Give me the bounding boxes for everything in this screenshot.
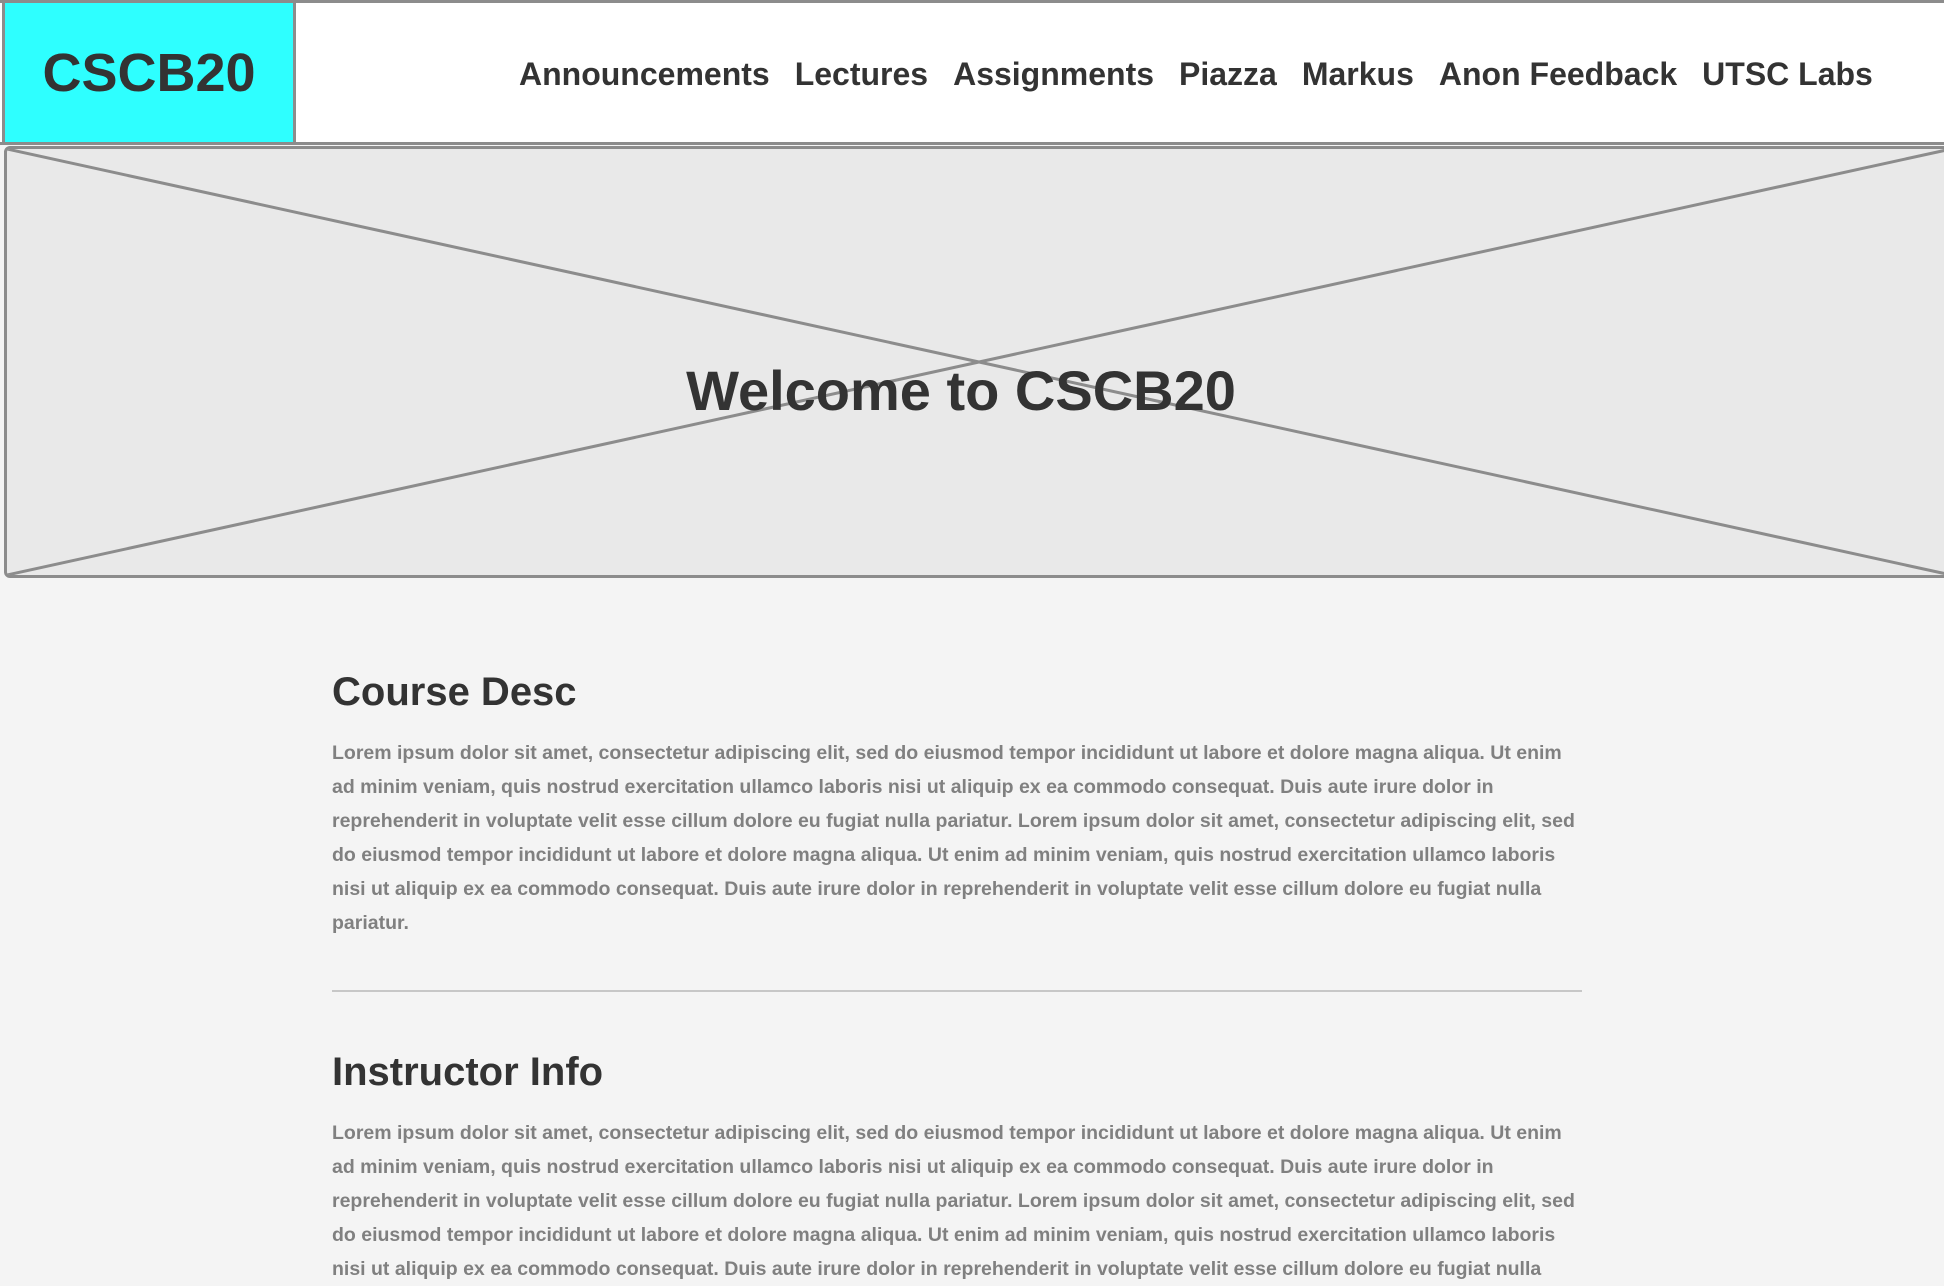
- course-desc-body: Lorem ipsum dolor sit amet, consectetur …: [332, 742, 1575, 934]
- nav-link-piazza[interactable]: Piazza: [1179, 56, 1277, 93]
- main-nav: Announcements Lectures Assignments Piazz…: [519, 3, 1873, 145]
- instructor-info-body: Lorem ipsum dolor sit amet, consectetur …: [332, 1122, 1575, 1280]
- site-logo[interactable]: CSCB20: [2, 3, 296, 145]
- page: CSCB20 Announcements Lectures Assignment…: [0, 0, 1944, 1286]
- hero-image-placeholder: Welcome to CSCB20: [4, 146, 1944, 578]
- section-divider: [332, 990, 1582, 992]
- nav-link-markus[interactable]: Markus: [1302, 56, 1414, 93]
- main-content: Course Desc Lorem ipsum dolor sit amet, …: [332, 670, 1582, 1286]
- course-desc-heading: Course Desc: [332, 670, 577, 714]
- nav-link-anon-feedback[interactable]: Anon Feedback: [1439, 56, 1677, 93]
- hero-title: Welcome to CSCB20: [686, 358, 1236, 422]
- nav-link-utsc-labs[interactable]: UTSC Labs: [1702, 56, 1873, 93]
- nav-link-announcements[interactable]: Announcements: [519, 56, 770, 93]
- site-header: CSCB20 Announcements Lectures Assignment…: [0, 0, 1944, 145]
- nav-link-lectures[interactable]: Lectures: [795, 56, 928, 93]
- instructor-info-heading: Instructor Info: [332, 1050, 604, 1094]
- nav-link-assignments[interactable]: Assignments: [953, 56, 1154, 93]
